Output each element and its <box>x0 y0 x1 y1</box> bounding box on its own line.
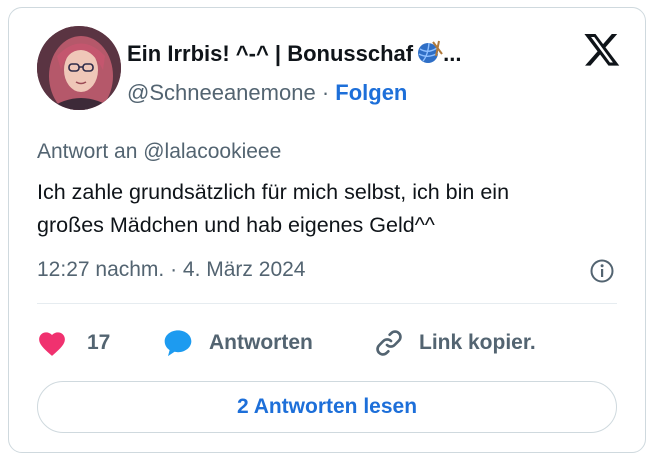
author-name[interactable]: Ein Irrbis! ^-^ | Bonusschaf... <box>127 40 461 70</box>
copy-link-label: Link kopier. <box>419 331 536 354</box>
divider <box>37 303 617 304</box>
tweet-text: Ich zahle grundsätzlich für mich selbst,… <box>37 176 637 242</box>
reply-label: Antworten <box>209 331 313 354</box>
x-logo-icon[interactable] <box>583 30 621 68</box>
copy-link-button[interactable]: Link kopier. <box>373 322 536 364</box>
action-bar: 17 Antworten Link kopier. <box>37 322 637 364</box>
yarn-ball-icon <box>417 40 443 70</box>
avatar[interactable] <box>37 26 121 110</box>
heart-icon <box>39 332 65 356</box>
separator-dot: · <box>321 80 330 105</box>
follow-button[interactable]: Folgen <box>335 80 407 105</box>
tweet-text-line: großes Mädchen und hab eigenes Geld^^ <box>37 213 435 237</box>
like-button[interactable]: 17 <box>37 322 110 364</box>
timestamp[interactable]: 12:27 nachm. · 4. März 2024 <box>37 258 305 282</box>
link-icon <box>376 330 402 356</box>
reply-to-label[interactable]: Antwort an @lalacookieee <box>37 140 281 164</box>
read-replies-button[interactable]: 2 Antworten lesen <box>37 381 617 433</box>
info-icon[interactable] <box>589 258 615 284</box>
like-count: 17 <box>87 331 111 354</box>
author-display-name[interactable]: Ein Irrbis! ^-^ | Bonusschaf <box>127 41 413 66</box>
tweet-card: Ein Irrbis! ^-^ | Bonusschaf... @Schneea… <box>8 7 646 453</box>
handle-row: @Schneeanemone · Folgen <box>127 80 407 106</box>
name-ellipsis: ... <box>443 41 462 66</box>
read-replies-label: 2 Antworten lesen <box>236 395 418 418</box>
author-handle[interactable]: @Schneeanemone <box>127 80 316 105</box>
speech-bubble-icon <box>164 330 192 357</box>
tweet-text-line: Ich zahle grundsätzlich für mich selbst,… <box>37 180 510 204</box>
reply-button[interactable]: Antworten <box>161 322 313 364</box>
